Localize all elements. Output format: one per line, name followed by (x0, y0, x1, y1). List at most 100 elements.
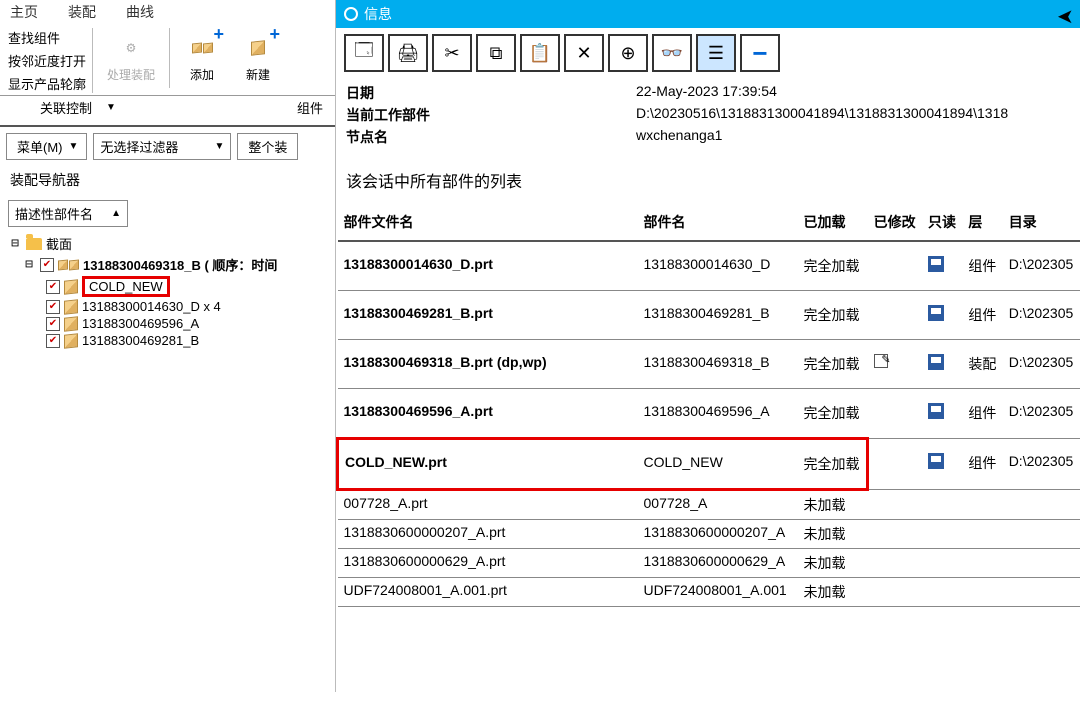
tree-row[interactable]: ⊟✔13188300469318_B ( 顺序：时间 (8, 254, 327, 275)
table-row[interactable]: 007728_A.prt007728_A未加载 (338, 490, 1080, 520)
col-layer[interactable]: 层 (962, 204, 1002, 241)
minus-icon: − (752, 38, 767, 69)
descriptive-name-select[interactable]: 描述性部件名▲ (8, 200, 128, 227)
cell-name: UDF724008001_A.001 (638, 578, 798, 607)
ribbon-open-neighbor[interactable]: 按邻近度打开 (8, 51, 86, 70)
left-panel: 主页 装配 曲线 查找组件 按邻近度打开 显示产品轮廓 ⚙ 处理装配 添加 新建 (0, 0, 336, 692)
tree-row[interactable]: ⊟ 截面 (8, 233, 327, 254)
cell-loaded: 未加载 (798, 578, 868, 607)
cell-readonly (922, 490, 962, 520)
cell-readonly (922, 520, 962, 549)
col-loaded[interactable]: 已加载 (798, 204, 868, 241)
cell-readonly (922, 340, 962, 389)
checkbox[interactable]: ✔ (40, 258, 54, 272)
cell-readonly (922, 389, 962, 439)
checkbox[interactable]: ✔ (46, 300, 60, 314)
cell-loaded: 完全加载 (798, 439, 868, 490)
cell-dir: D:\202305 (1003, 439, 1080, 490)
copy-button[interactable]: ⧉ (476, 34, 516, 72)
checkbox[interactable]: ✔ (46, 334, 60, 348)
tree-label: 13188300469281_B (82, 333, 199, 348)
table-row[interactable]: 13188300469318_B.prt (dp,wp)131883004693… (338, 340, 1080, 389)
table-row[interactable]: 13188300014630_D.prt13188300014630_D完全加载… (338, 241, 1080, 291)
date-value: 22-May-2023 17:39:54 (636, 83, 1070, 103)
cell-name: 13188300469596_A (638, 389, 798, 439)
checkbox[interactable]: ✔ (46, 317, 60, 331)
find-button[interactable]: 👓 (652, 34, 692, 72)
cell-modified (868, 241, 922, 291)
copy-icon: ⧉ (490, 43, 503, 64)
table-row[interactable]: UDF724008001_A.001.prtUDF724008001_A.001… (338, 578, 1080, 607)
tree-row[interactable]: ✔13188300014630_D x 4 (8, 298, 327, 315)
table-row[interactable]: 1318830600000207_A.prt1318830600000207_A… (338, 520, 1080, 549)
tab-curve[interactable]: 曲线 (126, 2, 154, 22)
relation-control[interactable]: 关联控制 (40, 98, 92, 117)
ribbon-new-button[interactable]: 新建 (234, 28, 282, 85)
cut-button[interactable]: ✂ (432, 34, 472, 72)
col-readonly[interactable]: 只读 (922, 204, 962, 241)
cell-filename: 13188300469596_A.prt (338, 389, 638, 439)
ribbon-tabs: 主页 装配 曲线 (0, 0, 335, 24)
delete-button[interactable]: ✕ (564, 34, 604, 72)
tree-label: 13188300469596_A (82, 316, 199, 331)
cell-layer (962, 578, 1002, 607)
print-button[interactable]: 🖨 (388, 34, 428, 72)
col-modified[interactable]: 已修改 (868, 204, 922, 241)
table-row[interactable]: 13188300469281_B.prt13188300469281_B完全加载… (338, 291, 1080, 340)
tab-assembly[interactable]: 装配 (68, 2, 96, 22)
minimize-button[interactable]: − (740, 34, 780, 72)
save-icon (928, 403, 944, 419)
cell-modified (868, 439, 922, 490)
filter-select[interactable]: 无选择过滤器▼ (93, 133, 231, 160)
menu-label: 菜单(M) (17, 137, 63, 156)
cell-filename: 13188300469281_B.prt (338, 291, 638, 340)
chevron-down-icon: ▼ (69, 141, 79, 152)
cell-layer: 组件 (962, 389, 1002, 439)
mouse-cursor-icon: ➤ (1057, 4, 1074, 29)
binoculars-icon: 👓 (661, 43, 683, 64)
col-filename[interactable]: 部件文件名 (338, 204, 638, 241)
menu-button[interactable]: 菜单(M) ▼ (6, 133, 87, 160)
col-name[interactable]: 部件名 (638, 204, 798, 241)
table-row[interactable]: 1318830600000629_A.prt1318830600000629_A… (338, 549, 1080, 578)
cell-name: 13188300469281_B (638, 291, 798, 340)
cell-name: COLD_NEW (638, 439, 798, 490)
cell-dir (1003, 549, 1080, 578)
tree-row[interactable]: ✔ 13188300469281_B (8, 332, 327, 349)
cell-loaded: 完全加载 (798, 291, 868, 340)
save-icon (928, 305, 944, 321)
tree-row[interactable]: ✔COLD_NEW (8, 275, 327, 298)
cell-readonly (922, 291, 962, 340)
chevron-down-icon: ▼ (106, 102, 116, 113)
cell-filename: 007728_A.prt (338, 490, 638, 520)
checkbox[interactable]: ✔ (46, 280, 60, 294)
table-row[interactable]: COLD_NEW.prtCOLD_NEW完全加载组件D:\202305 (338, 439, 1080, 490)
paste-button[interactable]: 📋 (520, 34, 560, 72)
document-icon: 🗔 (354, 38, 374, 68)
whole-assembly-button[interactable]: 整个装 (237, 133, 298, 160)
tab-home[interactable]: 主页 (10, 2, 38, 22)
scissors-icon: ✂ (444, 43, 459, 64)
cell-dir: D:\202305 (1003, 291, 1080, 340)
cell-loaded: 完全加载 (798, 389, 868, 439)
ribbon-add-button[interactable]: 添加 (178, 28, 226, 85)
list-button[interactable]: ☰ (696, 34, 736, 72)
ribbon: 查找组件 按邻近度打开 显示产品轮廓 ⚙ 处理装配 添加 新建 (0, 24, 335, 96)
parts-table: 部件文件名 部件名 已加载 已修改 只读 层 目录 13188300014630… (336, 204, 1080, 607)
table-row[interactable]: 13188300469596_A.prt13188300469596_A完全加载… (338, 389, 1080, 439)
ribbon-find-component[interactable]: 查找组件 (8, 28, 86, 47)
expand-icon[interactable]: ⊟ (8, 236, 22, 251)
expand-icon[interactable]: ⊟ (22, 257, 36, 272)
filter-select-label: 无选择过滤器 (100, 137, 178, 156)
target-button[interactable]: ⊕ (608, 34, 648, 72)
refresh-button[interactable]: 🗔 (344, 34, 384, 72)
cell-name: 007728_A (638, 490, 798, 520)
close-icon: ✕ (576, 43, 591, 64)
ribbon-process-label: 处理装配 (107, 66, 155, 83)
cell-modified (868, 291, 922, 340)
assembly-icon (58, 260, 79, 270)
cell-layer: 组件 (962, 291, 1002, 340)
col-dir[interactable]: 目录 (1003, 204, 1080, 241)
tree-row[interactable]: ✔ 13188300469596_A (8, 315, 327, 332)
ribbon-show-outline[interactable]: 显示产品轮廓 (8, 74, 86, 93)
